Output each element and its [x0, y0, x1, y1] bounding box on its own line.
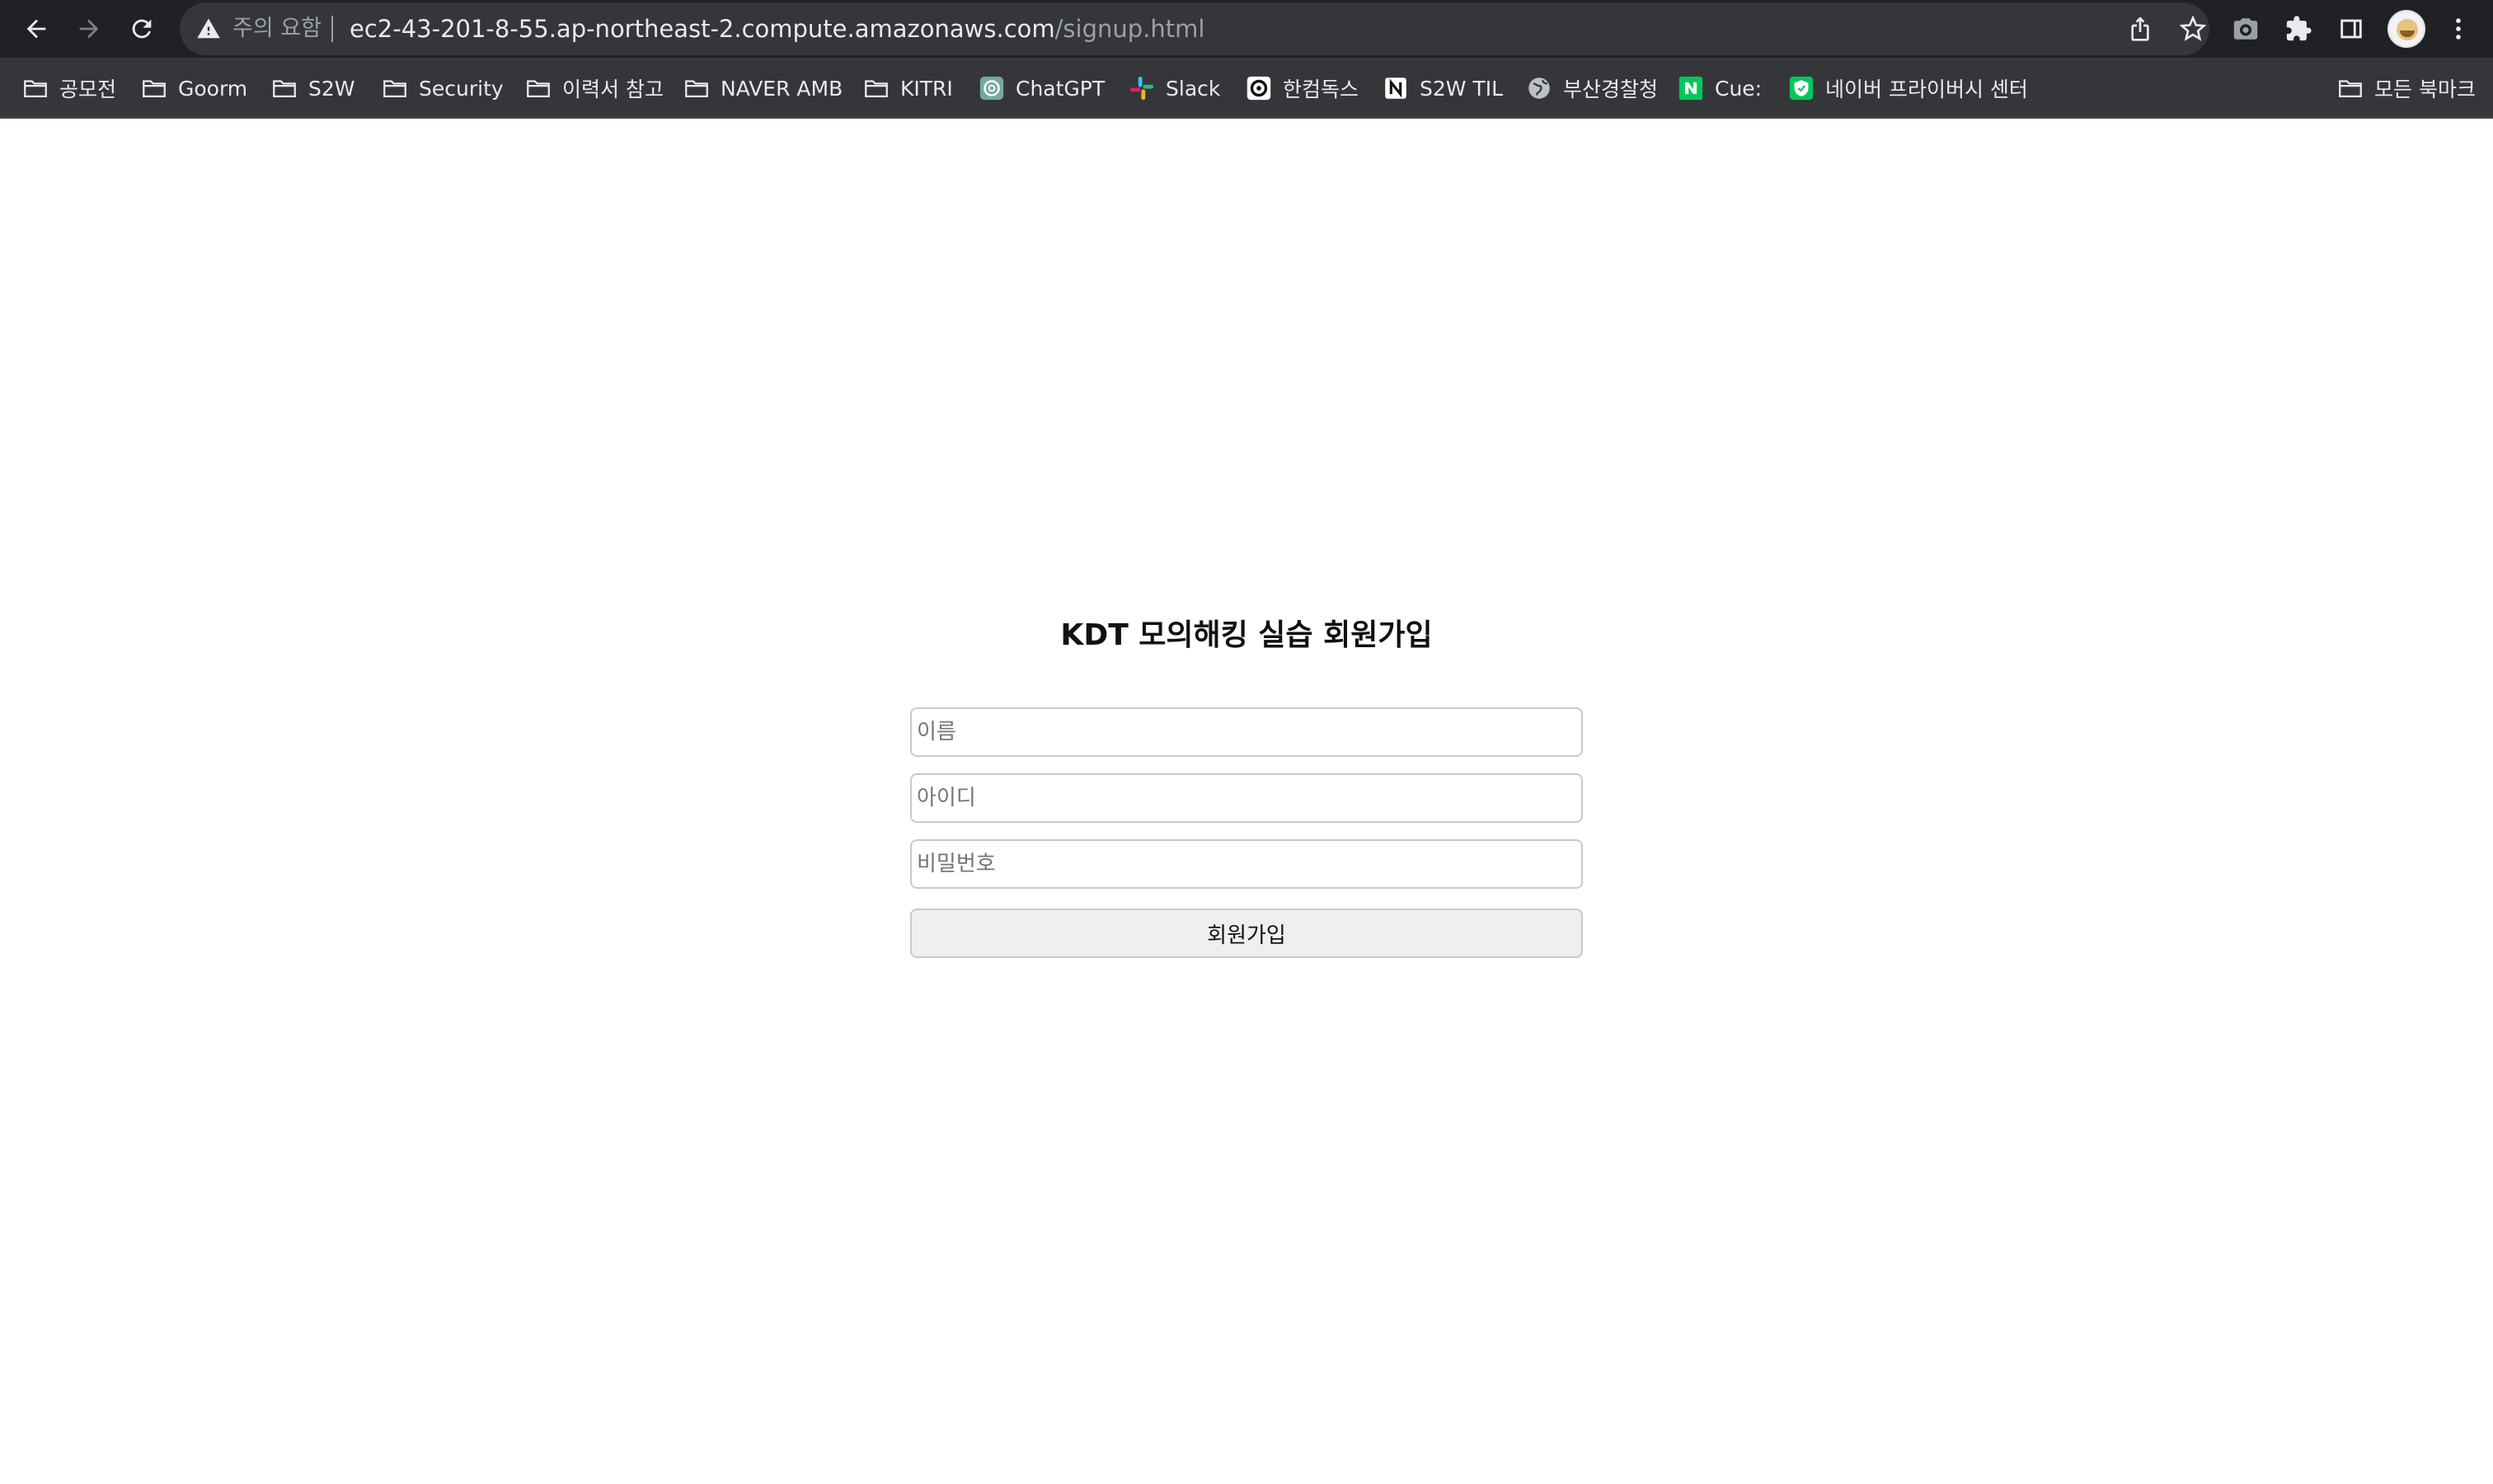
folder-icon — [383, 80, 406, 98]
url-text[interactable]: ec2-43-201-8-55.ap-northeast-2.compute.a… — [350, 15, 1204, 43]
bookmark-label: S2W TIL — [1420, 76, 1504, 101]
bookmark-chatgpt[interactable]: ChatGPT — [978, 69, 1105, 107]
bookmark-label: 모든 북마크 — [2374, 77, 2476, 101]
puzzle-icon — [2286, 16, 2312, 41]
bookmark-label: Goorm — [178, 76, 248, 101]
kebab-menu-icon — [2456, 18, 2461, 40]
security-status[interactable]: 주의 요함 — [232, 15, 322, 43]
all-bookmarks-folder[interactable]: 모든 북마크 — [2336, 69, 2476, 107]
bookmark-privacy[interactable]: 네이버 프라이버시 센터 — [1787, 69, 2028, 107]
forward-button[interactable] — [69, 9, 109, 49]
bookmark-hancom[interactable]: 한컴독스 — [1245, 69, 1359, 107]
bookmark-label: 부산경찰청 — [1563, 77, 1659, 101]
folder-icon — [143, 80, 166, 98]
folder-icon — [865, 80, 888, 98]
bookmark-notion[interactable]: S2W TIL — [1382, 69, 1503, 107]
bookmark-folder[interactable]: S2W — [270, 69, 355, 107]
bookmark-label: 한컴독스 — [1283, 77, 1359, 101]
bookmarks-bar: 공모전 Goorm S2W Security 이력서 참고 NAVER AMB … — [0, 58, 2493, 119]
hancom-icon — [1246, 76, 1271, 101]
share-icon — [2131, 16, 2149, 41]
bookmark-label: Security — [419, 76, 504, 101]
globe-icon — [1528, 77, 1550, 99]
address-separator — [331, 16, 333, 42]
reload-icon — [132, 19, 152, 39]
side-panel-icon — [2340, 19, 2362, 39]
bookmark-folder[interactable]: 공모전 — [21, 69, 116, 107]
address-bar[interactable]: 주의 요함 ec2-43-201-8-55.ap-northeast-2.com… — [180, 2, 2209, 55]
bookmark-naver[interactable]: Cue: — [1677, 69, 1762, 107]
bookmark-label: NAVER AMB — [721, 76, 843, 101]
bookmark-folder[interactable]: NAVER AMB — [683, 69, 843, 107]
share-button[interactable] — [2125, 14, 2155, 44]
password-field[interactable] — [910, 839, 1583, 889]
url-path: /signup.html — [1054, 15, 1205, 43]
folder-icon — [273, 80, 296, 98]
camera-icon — [2233, 18, 2258, 40]
reload-button[interactable] — [122, 9, 162, 49]
forward-arrow-icon — [79, 19, 99, 39]
bookmark-label: 공모전 — [59, 77, 117, 101]
shield-icon — [1789, 76, 1814, 101]
camera-button[interactable] — [2229, 12, 2262, 45]
menu-button[interactable] — [2442, 12, 2475, 45]
bookmark-slack[interactable]: Slack — [1128, 69, 1220, 107]
folder-icon — [527, 80, 550, 98]
avatar-image — [2397, 19, 2418, 40]
page-content: KDT 모의해킹 실습 회원가입 회원가입 — [0, 119, 2493, 1484]
bookmark-label: 네이버 프라이버시 센터 — [1825, 77, 2028, 101]
bookmark-folder[interactable]: KITRI — [862, 69, 953, 107]
bookmark-label: Cue: — [1715, 76, 1763, 101]
bookmark-label: KITRI — [900, 76, 953, 101]
page-title: KDT 모의해킹 실습 회원가입 — [1060, 618, 1433, 652]
chatgpt-icon — [979, 76, 1004, 101]
extensions-button[interactable] — [2282, 12, 2315, 45]
naver-icon — [1678, 76, 1703, 101]
slack-icon — [1129, 76, 1154, 101]
bookmark-label: S2W — [308, 76, 355, 101]
bookmark-globe[interactable]: 부산경찰청 — [1525, 69, 1658, 107]
browser-toolbar: 주의 요함 ec2-43-201-8-55.ap-northeast-2.com… — [0, 0, 2493, 58]
side-panel-button[interactable] — [2335, 12, 2368, 45]
folder-icon — [24, 80, 47, 98]
warning-icon — [197, 18, 220, 39]
bookmark-label: Slack — [1166, 76, 1221, 101]
profile-avatar[interactable] — [2387, 10, 2425, 48]
back-arrow-icon — [26, 19, 46, 39]
bookmark-label: 이력서 참고 — [562, 77, 664, 101]
bookmark-folder[interactable]: 이력서 참고 — [524, 69, 664, 107]
bookmark-folder[interactable]: Goorm — [140, 69, 247, 107]
back-button[interactable] — [16, 9, 56, 49]
bookmark-star-button[interactable] — [2178, 14, 2208, 44]
bookmark-label: ChatGPT — [1016, 76, 1106, 101]
id-field[interactable] — [910, 773, 1583, 823]
url-host: ec2-43-201-8-55.ap-northeast-2.compute.a… — [350, 15, 1055, 43]
folder-icon — [685, 80, 708, 98]
notion-icon — [1385, 77, 1406, 99]
bookmark-folder[interactable]: Security — [381, 69, 504, 107]
name-field[interactable] — [910, 707, 1583, 757]
star-icon — [2180, 16, 2206, 41]
folder-icon — [2339, 80, 2362, 98]
signup-button[interactable]: 회원가입 — [910, 909, 1583, 958]
